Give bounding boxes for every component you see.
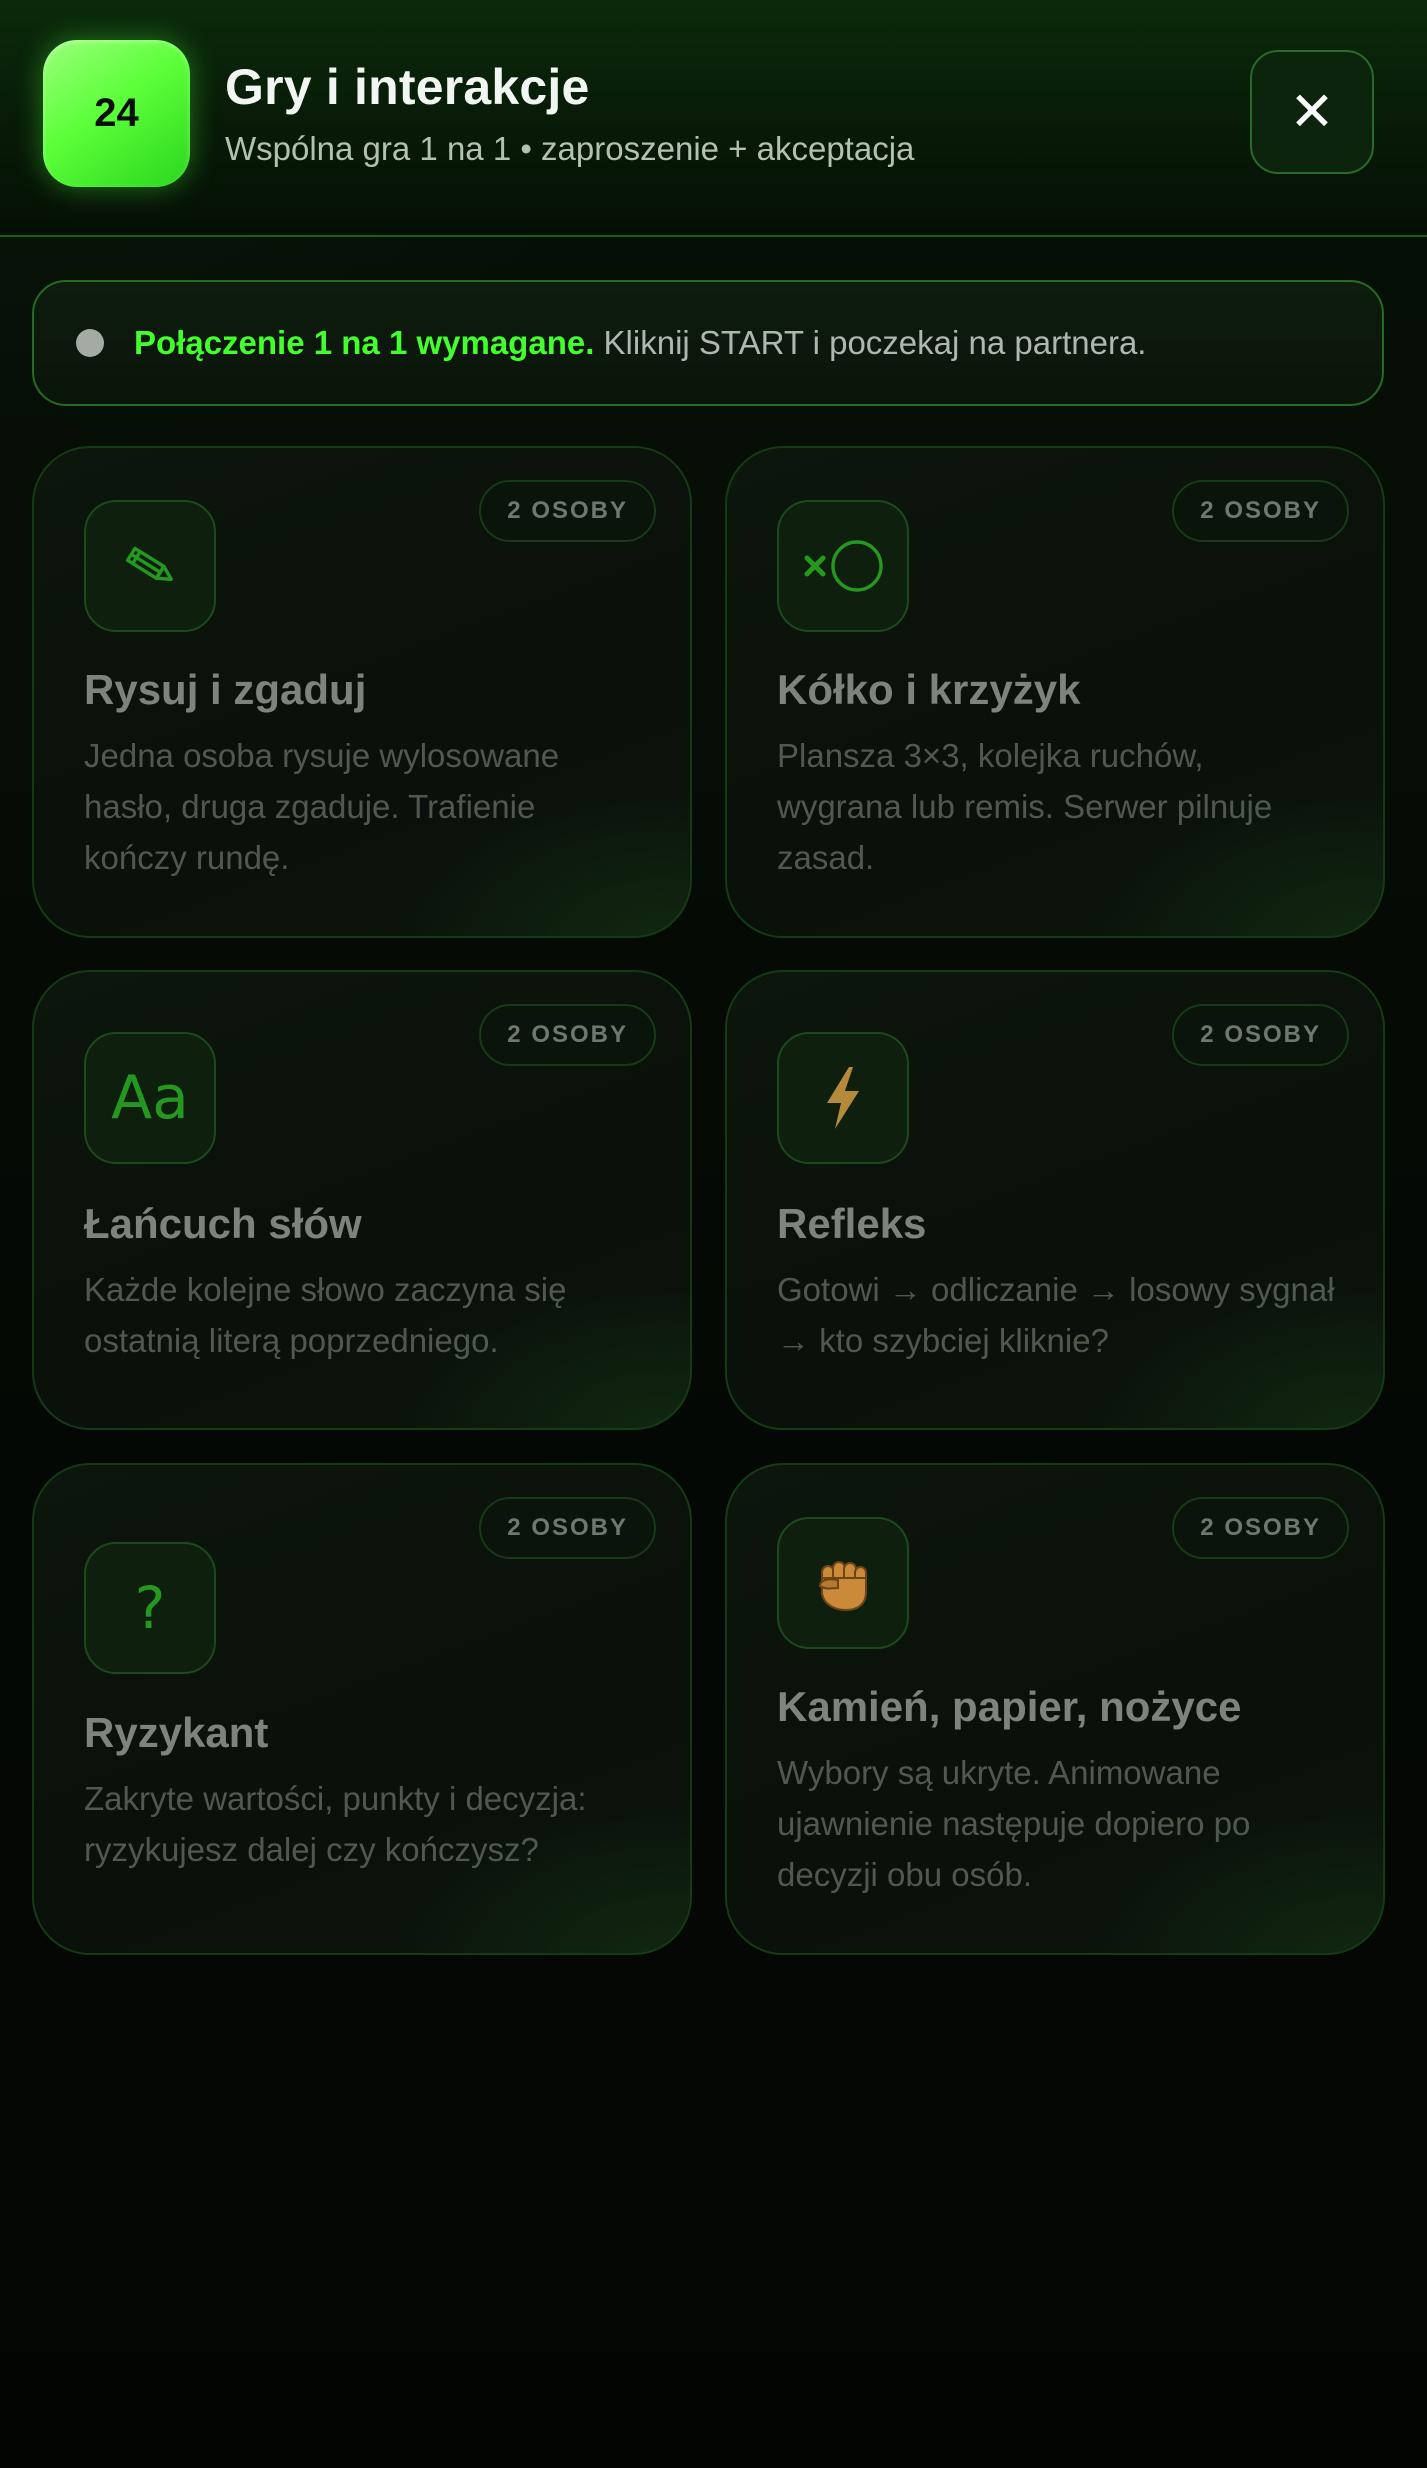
players-badge: 2 OSOBY: [479, 480, 656, 542]
close-icon: ✕: [1289, 82, 1335, 142]
question-glyph: ?: [134, 1574, 166, 1642]
pencil-icon: [84, 500, 216, 632]
lightning-icon: [777, 1032, 909, 1164]
game-card-draw-guess[interactable]: 2 OSOBY Rysuj i zgaduj Jedna osoba rysuj…: [32, 446, 692, 938]
letters-icon: Aa: [84, 1032, 216, 1164]
players-badge: 2 OSOBY: [1172, 1004, 1349, 1066]
game-title: Refleks: [777, 1200, 927, 1247]
game-description: Jedna osoba rysuje wylosowane hasło, dru…: [84, 737, 560, 876]
game-card-reflex[interactable]: 2 OSOBY Refleks Gotowi → odliczanie → lo…: [725, 970, 1385, 1430]
page-subtitle: Wspólna gra 1 na 1 • zaproszenie + akcep…: [225, 130, 915, 167]
games-panel: 24 Gry i interakcje Wspólna gra 1 na 1 •…: [0, 0, 1427, 2468]
letters-glyph: Aa: [111, 1063, 189, 1133]
players-badge: 2 OSOBY: [1172, 1497, 1349, 1559]
notice-text: Połączenie 1 na 1 wymagane. Kliknij STAR…: [134, 324, 1146, 362]
game-description: Wybory są ukryte. Animowane ujawnienie n…: [777, 1754, 1251, 1893]
game-title: Kamień, papier, nożyce: [777, 1683, 1242, 1730]
game-card-risk[interactable]: 2 OSOBY ? Ryzykant Zakryte wartości, pun…: [32, 1463, 692, 1955]
players-badge: 2 OSOBY: [479, 1497, 656, 1559]
game-card-tic-tac-toe[interactable]: 2 OSOBY Kółko i krzyżyk Plansza 3×3, kol…: [725, 446, 1385, 938]
count-badge: 24: [43, 40, 190, 187]
count-badge-label: 24: [94, 91, 139, 135]
game-card-rock-paper-scissors[interactable]: 2 OSOBY Kamień, papier, nożyce Wybory są…: [725, 1463, 1385, 1955]
close-button[interactable]: ✕: [1250, 50, 1374, 174]
connection-notice: Połączenie 1 na 1 wymagane. Kliknij STAR…: [32, 280, 1384, 406]
game-card-word-chain[interactable]: 2 OSOBY Aa Łańcuch słów Każde kolejne sł…: [32, 970, 692, 1430]
players-badge: 2 OSOBY: [1172, 480, 1349, 542]
notice-body: Kliknij START i poczekaj na partnera.: [594, 324, 1147, 361]
page-title: Gry i interakcje: [225, 59, 590, 115]
tic-tac-toe-icon: [777, 500, 909, 632]
game-description: Gotowi → odliczanie → losowy sygnał → kt…: [777, 1271, 1335, 1359]
notice-strong: Połączenie 1 na 1 wymagane.: [134, 324, 595, 361]
game-title: Kółko i krzyżyk: [777, 666, 1081, 713]
question-icon: ?: [84, 1542, 216, 1674]
game-title: Ryzykant: [84, 1709, 269, 1756]
header: 24 Gry i interakcje Wspólna gra 1 na 1 •…: [0, 0, 1427, 237]
fist-icon: [777, 1517, 909, 1649]
game-description: Zakryte wartości, punkty i decyzja: ryzy…: [84, 1780, 587, 1868]
game-description: Plansza 3×3, kolejka ruchów, wygrana lub…: [777, 737, 1273, 876]
players-badge: 2 OSOBY: [479, 1004, 656, 1066]
game-description: Każde kolejne słowo zaczyna się ostatnią…: [84, 1271, 567, 1359]
game-title: Łańcuch słów: [84, 1200, 362, 1247]
status-dot: [76, 329, 104, 357]
game-title: Rysuj i zgaduj: [84, 666, 367, 713]
